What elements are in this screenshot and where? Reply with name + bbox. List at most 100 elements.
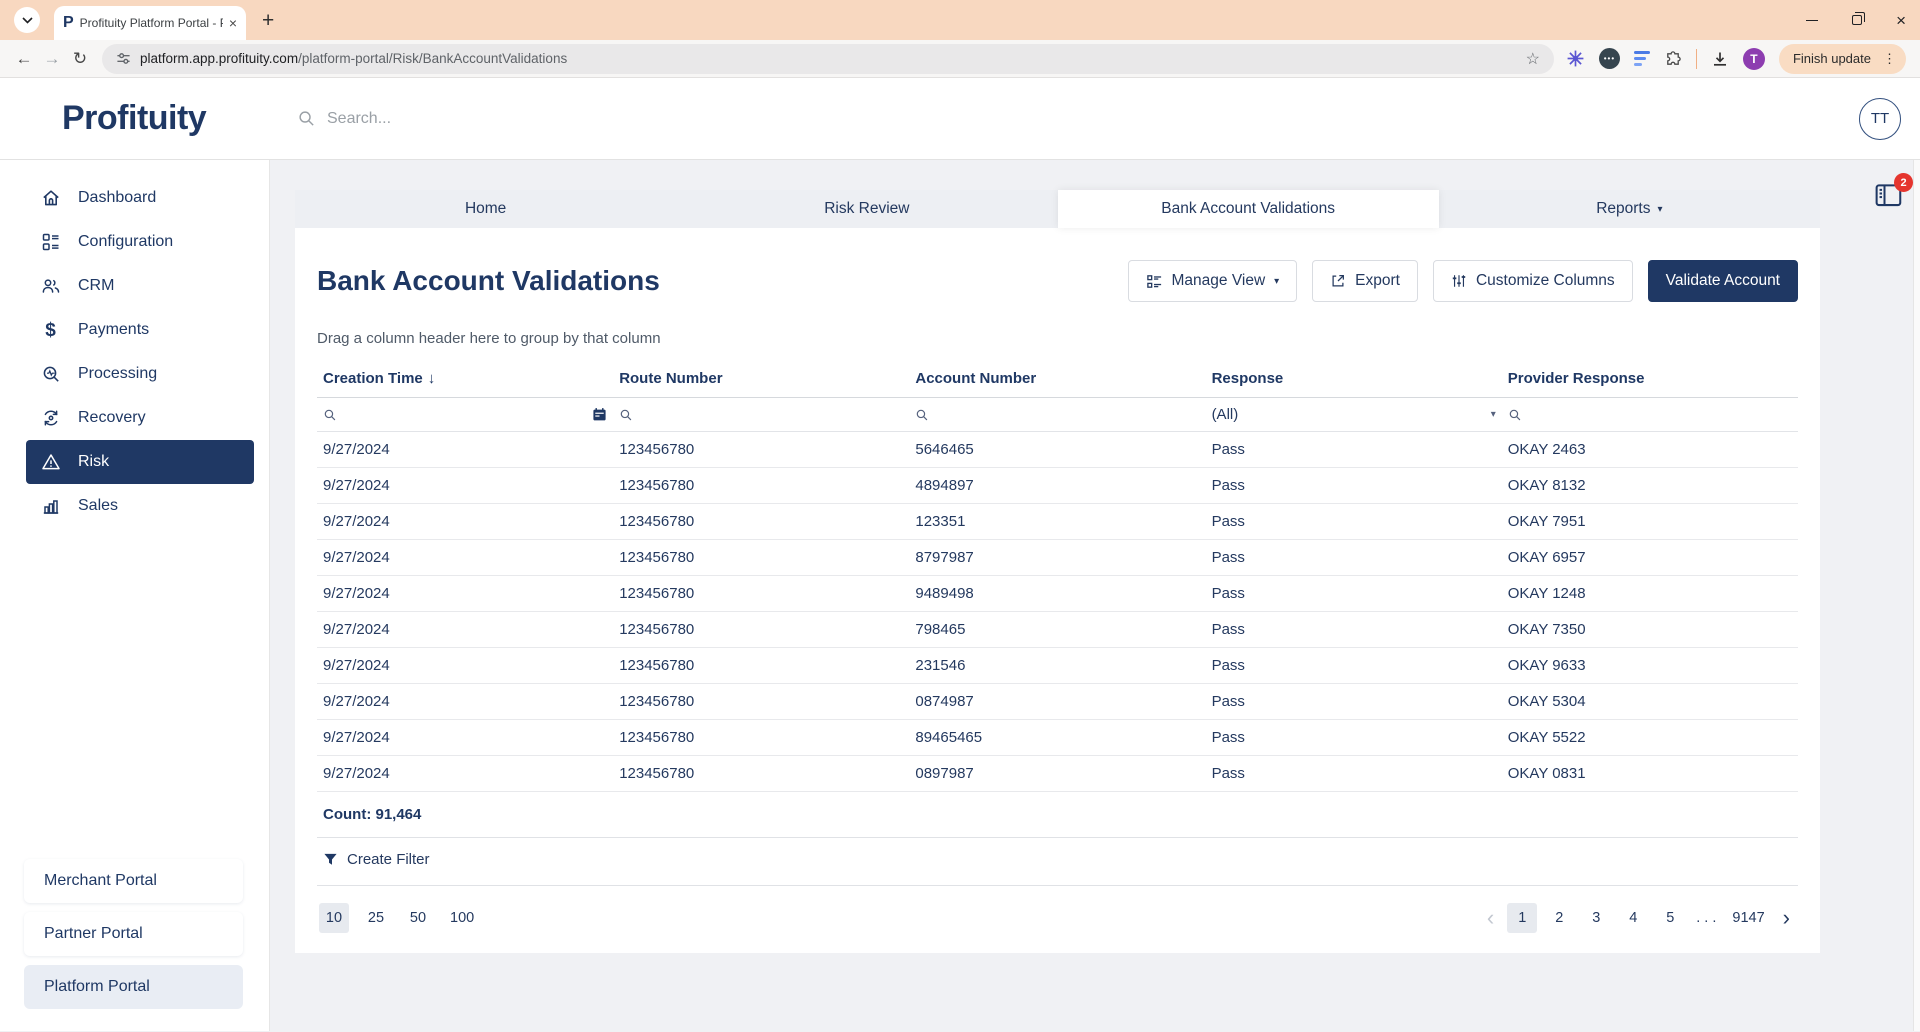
home-icon <box>40 188 61 209</box>
section-tabs: Home Risk Review Bank Account Validation… <box>295 190 1820 228</box>
sidebar-item-dashboard[interactable]: Dashboard <box>0 176 269 220</box>
customize-columns-button[interactable]: Customize Columns <box>1432 260 1633 302</box>
page-button-last[interactable]: 9147 <box>1727 903 1769 933</box>
sidebar-item-crm[interactable]: CRM <box>0 264 269 308</box>
manage-view-button[interactable]: Manage View ▾ <box>1127 260 1298 302</box>
browser-tab[interactable]: P Profituity Platform Portal - Platf × <box>54 6 246 40</box>
address-bar[interactable]: platform.app.profituity.com/platform-por… <box>102 43 1554 74</box>
cell-route-number: 123456780 <box>613 575 910 612</box>
filter-provider-response[interactable] <box>1501 397 1798 432</box>
filter-response[interactable]: (All) ▾ <box>1205 397 1502 432</box>
page-ellipsis: . . . <box>1696 910 1717 926</box>
create-filter-button[interactable]: Create Filter <box>323 851 430 868</box>
cell-creation-time: 9/27/2024 <box>317 647 614 684</box>
table-row[interactable]: 9/27/2024 123456780 123351 Pass OKAY 7951 <box>317 503 1798 540</box>
validate-account-button[interactable]: Validate Account <box>1647 260 1798 302</box>
tab-search-button[interactable] <box>14 7 40 33</box>
partner-portal-button[interactable]: Partner Portal <box>24 912 243 956</box>
dollar-icon: $ <box>45 319 56 341</box>
export-button[interactable]: Export <box>1312 260 1418 302</box>
platform-portal-button[interactable]: Platform Portal <box>24 965 243 1009</box>
bars-extension-icon[interactable] <box>1633 50 1650 67</box>
column-header-route-number[interactable]: Route Number <box>613 360 910 398</box>
site-info-icon[interactable] <box>116 51 131 66</box>
forward-button[interactable]: → <box>38 49 66 69</box>
table-row[interactable]: 9/27/2024 123456780 231546 Pass OKAY 9633 <box>317 647 1798 684</box>
sidebar-item-risk[interactable]: Risk <box>26 440 254 484</box>
scrollbar[interactable] <box>1913 160 1920 1031</box>
window-restore-button[interactable] <box>1852 12 1866 25</box>
page-size-25[interactable]: 25 <box>361 903 391 933</box>
table-row[interactable]: 9/27/2024 123456780 9489498 Pass OKAY 1248 <box>317 575 1798 612</box>
cell-response: Pass <box>1205 755 1502 792</box>
column-header-provider-response[interactable]: Provider Response <box>1501 360 1798 398</box>
next-page-button[interactable]: › <box>1777 907 1796 929</box>
search-icon <box>323 408 337 422</box>
back-button[interactable]: ← <box>10 49 38 69</box>
column-header-response[interactable]: Response <box>1205 360 1502 398</box>
global-search[interactable] <box>297 109 747 128</box>
route-number-filter-input[interactable] <box>641 406 904 423</box>
sidebar-item-recovery[interactable]: Recovery <box>0 396 269 440</box>
sidebar-item-processing[interactable]: Processing <box>0 352 269 396</box>
export-icon <box>1330 273 1346 289</box>
previous-page-button[interactable]: ‹ <box>1481 907 1500 929</box>
creation-time-filter-input[interactable] <box>345 406 585 423</box>
tab-home[interactable]: Home <box>295 190 676 228</box>
tab-bank-account-validations[interactable]: Bank Account Validations <box>1057 190 1439 228</box>
calendar-icon[interactable] <box>592 407 607 422</box>
provider-response-filter-input[interactable] <box>1529 406 1792 423</box>
filter-account-number[interactable] <box>909 397 1206 432</box>
table-row[interactable]: 9/27/2024 123456780 0874987 Pass OKAY 5304 <box>317 683 1798 720</box>
tab-risk-review[interactable]: Risk Review <box>676 190 1057 228</box>
profituity-logo[interactable]: Profituity <box>62 99 207 137</box>
password-extension-icon[interactable]: ••• <box>1598 48 1620 69</box>
reload-button[interactable]: ↻ <box>66 49 94 69</box>
column-header-creation-time[interactable]: Creation Time ↓ <box>317 360 614 398</box>
column-header-account-number[interactable]: Account Number <box>909 360 1206 398</box>
table-row[interactable]: 9/27/2024 123456780 5646465 Pass OKAY 2463 <box>317 431 1798 468</box>
manage-view-icon <box>1146 273 1163 290</box>
sidebar-item-sales[interactable]: Sales <box>0 484 269 528</box>
browser-profile-avatar[interactable]: T <box>1742 47 1765 70</box>
extensions-puzzle-icon[interactable] <box>1664 50 1682 68</box>
search-icon <box>297 109 316 128</box>
filter-creation-time[interactable] <box>317 397 614 432</box>
panel-toggle-button[interactable]: 2 <box>1874 173 1913 209</box>
sidebar: Dashboard Configuration CRM $ Payments P… <box>0 160 270 1031</box>
page-button-4[interactable]: 4 <box>1618 903 1648 933</box>
window-close-button[interactable]: × <box>1896 12 1906 29</box>
window-minimize-button[interactable] <box>1806 19 1819 21</box>
finish-update-button[interactable]: Finish update ⋮ <box>1778 43 1906 74</box>
cell-response: Pass <box>1205 719 1502 756</box>
table-row[interactable]: 9/27/2024 123456780 89465465 Pass OKAY 5522 <box>317 719 1798 756</box>
filter-route-number[interactable] <box>613 397 910 432</box>
table-row[interactable]: 9/27/2024 123456780 4894897 Pass OKAY 8132 <box>317 467 1798 504</box>
sidebar-item-payments[interactable]: $ Payments <box>0 308 269 352</box>
download-icon[interactable] <box>1711 50 1729 68</box>
tab-reports[interactable]: Reports ▾ <box>1439 190 1820 228</box>
browser-menu-icon[interactable]: ⋮ <box>1879 51 1900 67</box>
tab-close-button[interactable]: × <box>229 15 237 31</box>
response-filter-select[interactable]: (All) ▾ <box>1212 406 1496 423</box>
account-number-filter-input[interactable] <box>937 406 1200 423</box>
table-row[interactable]: 9/27/2024 123456780 0897987 Pass OKAY 0831 <box>317 755 1798 792</box>
page-button-1[interactable]: 1 <box>1507 903 1538 933</box>
page-size-10[interactable]: 10 <box>319 903 349 933</box>
merchant-portal-button[interactable]: Merchant Portal <box>24 859 243 903</box>
user-avatar[interactable]: TT <box>1859 97 1901 140</box>
page-button-5[interactable]: 5 <box>1655 903 1685 933</box>
page-size-100[interactable]: 100 <box>445 903 479 933</box>
toolbar-divider <box>1695 48 1697 69</box>
cell-creation-time: 9/27/2024 <box>317 575 614 612</box>
table-row[interactable]: 9/27/2024 123456780 798465 Pass OKAY 7350 <box>317 611 1798 648</box>
page-button-3[interactable]: 3 <box>1581 903 1611 933</box>
table-row[interactable]: 9/27/2024 123456780 8797987 Pass OKAY 6957 <box>317 539 1798 576</box>
page-button-2[interactable]: 2 <box>1544 903 1574 933</box>
new-tab-button[interactable]: + <box>262 10 274 31</box>
search-input[interactable] <box>327 109 747 128</box>
snowflake-extension-icon[interactable] <box>1566 49 1585 68</box>
sidebar-item-configuration[interactable]: Configuration <box>0 220 269 264</box>
bookmark-star-icon[interactable]: ☆ <box>1526 49 1540 69</box>
page-size-50[interactable]: 50 <box>403 903 433 933</box>
